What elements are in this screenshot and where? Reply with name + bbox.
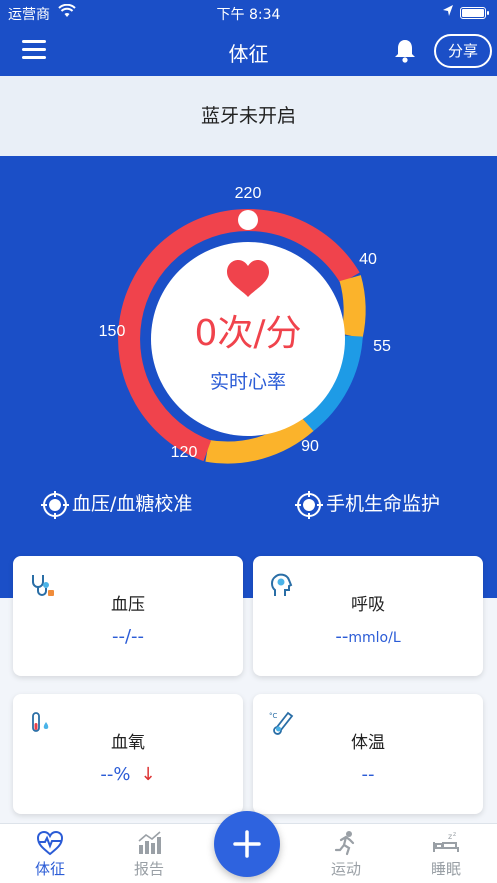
card-value-number: -- [335,626,349,647]
heart-rate-value: 0次/分 [194,313,301,354]
runner-icon [334,831,355,856]
sleep-icon: z z [433,831,459,852]
card-value: --mmlo/L [253,626,483,647]
tab-vitals[interactable]: 体征 [10,830,90,879]
target-icon [295,490,323,519]
tab-exercise[interactable]: 运动 [306,830,386,879]
monitor-label: 手机生命监护 [326,493,441,515]
card-label: 体温 [351,733,385,753]
bar-chart-icon [138,831,161,854]
tick-label-220: 220 [235,185,262,202]
gauge-segment-yellow-right [339,275,366,339]
card-label: 血压 [111,595,145,615]
calibrate-label: 血压/血糖校准 [72,493,193,515]
battery-icon [460,7,489,19]
heart-pulse-icon [36,830,64,856]
svg-text:z: z [448,832,452,841]
respiration-card[interactable]: 呼吸 --mmlo/L [253,556,483,676]
plus-icon [233,830,261,858]
calibrate-button[interactable]: 血压/血糖校准 [40,488,192,520]
card-value: -- [361,764,375,785]
heart-rate-panel: 220 40 55 90 120 150 0次/分 实时心率 血压/血糖校准 手… [0,156,497,598]
card-value-number: --% [100,764,131,785]
target-icon [41,490,69,519]
svg-text:°C: °C [269,712,278,720]
temperature-card[interactable]: °C 体温 -- [253,694,483,814]
monitor-button[interactable]: 手机生命监护 [294,488,440,520]
blood-oxygen-card[interactable]: 血氧 --% ↓ [13,694,243,814]
card-label: 血氧 [111,733,145,753]
location-icon [442,4,454,21]
nav-bar: 体征 分享 [0,26,497,76]
heart-rate-caption: 实时心率 [210,371,286,393]
tab-label: 体征 [34,860,65,878]
status-time: 下午 8:34 [216,7,281,23]
tab-label: 报告 [133,860,164,878]
card-value-unit: mmlo/L [348,630,401,646]
arrow-down-icon: ↓ [140,764,156,785]
svg-text:z: z [453,831,456,838]
bell-icon[interactable] [393,38,417,64]
page-title: 体征 [228,42,269,66]
tab-report[interactable]: 报告 [109,830,189,879]
tick-label-120: 120 [171,444,198,461]
tab-label: 运动 [330,860,361,878]
heart-rate-gauge: 220 40 55 90 120 150 0次/分 实时心率 [99,185,391,464]
card-value: --/-- [111,626,145,647]
tick-label-150: 150 [99,323,126,340]
share-button[interactable]: 分享 [434,34,492,68]
bluetooth-banner[interactable]: 蓝牙未开启 [0,76,497,156]
tick-label-40: 40 [359,251,377,268]
card-label: 呼吸 [351,595,385,615]
gauge-indicator [238,210,258,230]
tick-label-90: 90 [301,438,319,455]
tick-label-55: 55 [373,338,391,355]
status-bar: 运营商 下午 8:34 [0,0,497,26]
tab-sleep[interactable]: z z 睡眠 [406,830,486,879]
blood-pressure-card[interactable]: 血压 --/-- [13,556,243,676]
add-button[interactable] [214,811,280,877]
card-value: --% ↓ [13,764,243,785]
tab-label: 睡眠 [430,860,461,878]
